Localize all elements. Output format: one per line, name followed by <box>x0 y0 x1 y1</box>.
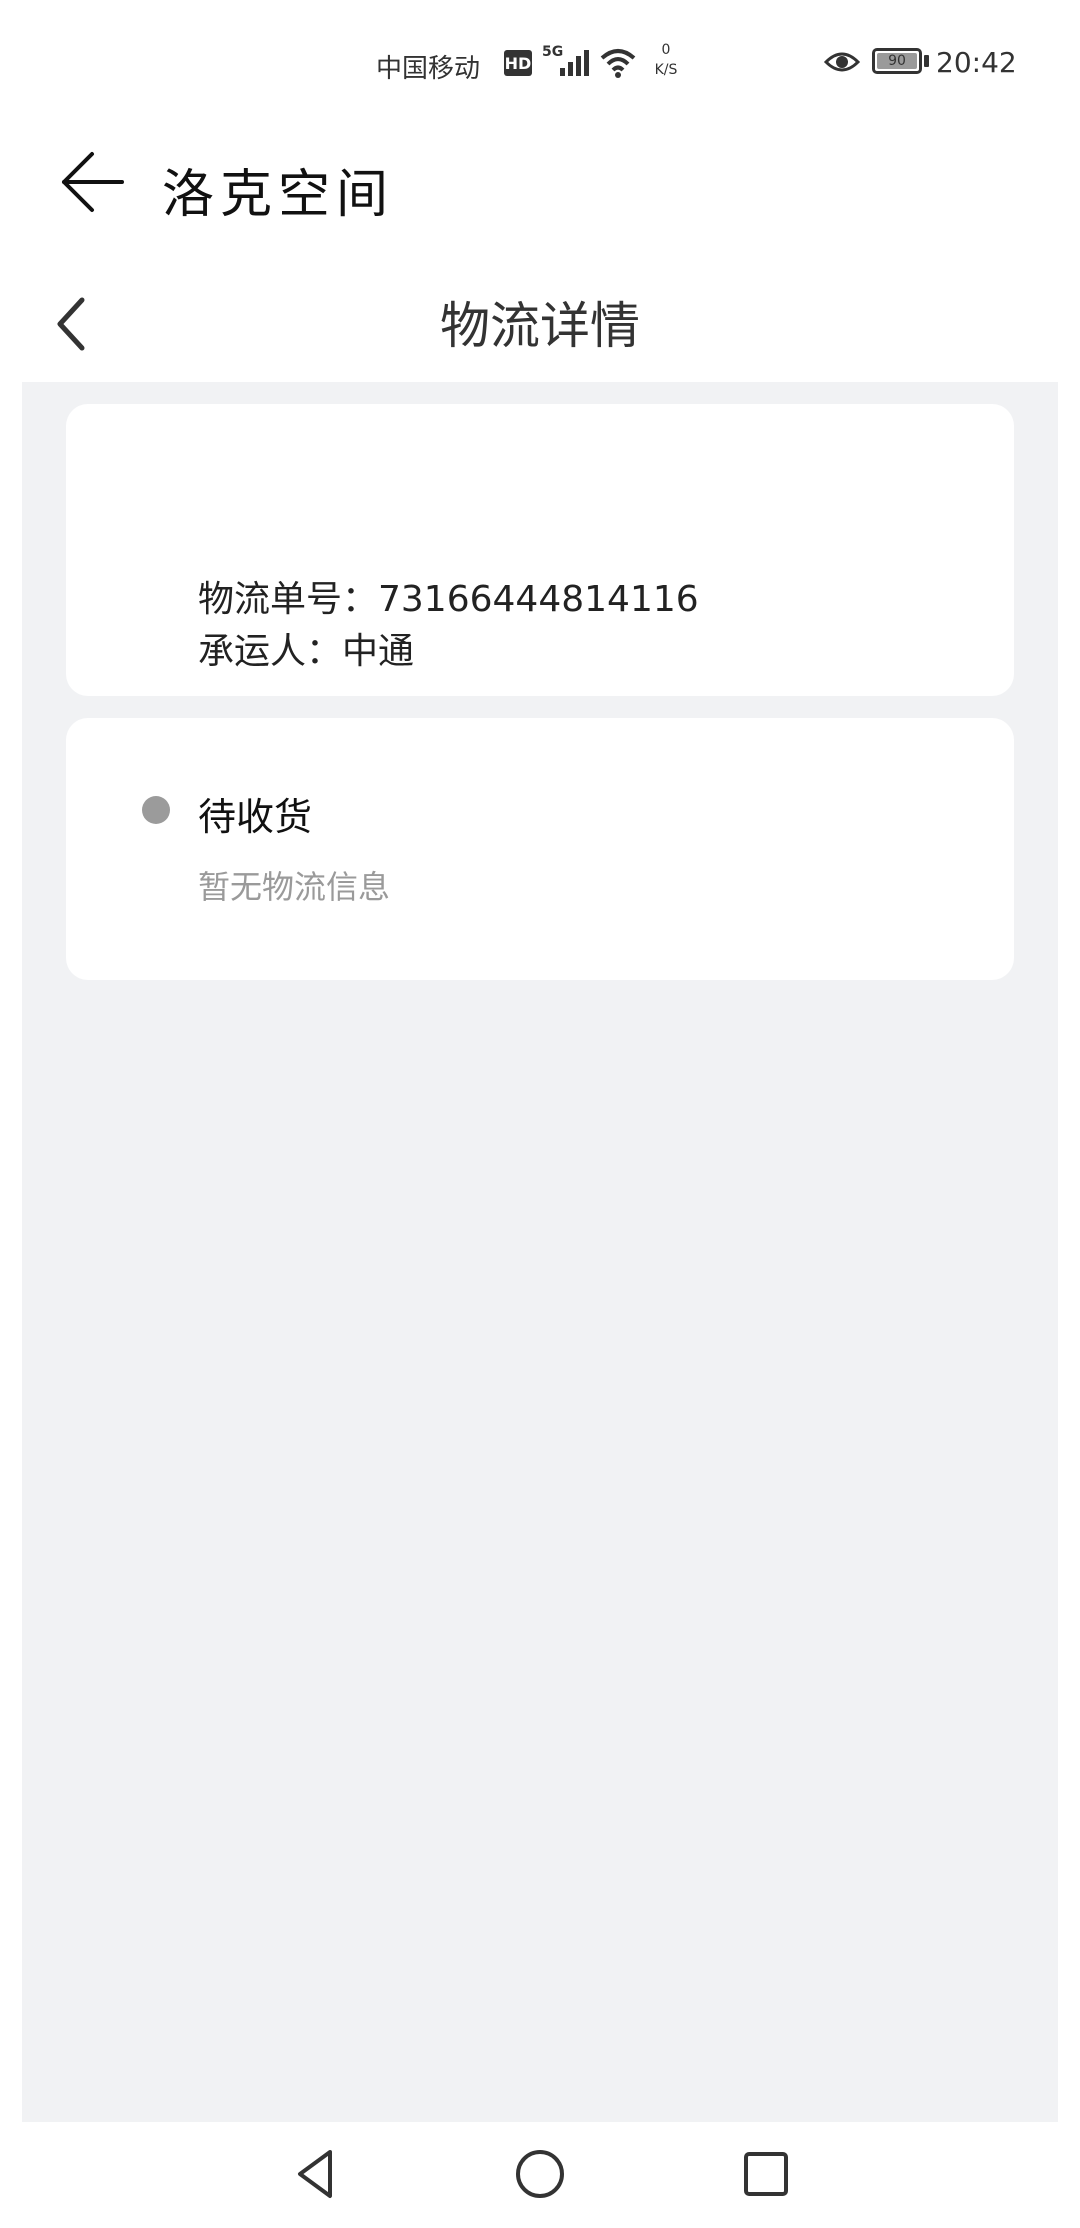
nav-recents-icon[interactable] <box>736 2144 796 2204</box>
speed-unit: K/S <box>654 62 678 78</box>
carrier-name: 中国移动 <box>376 54 481 84</box>
eye-comfort-icon <box>824 52 860 72</box>
signal-icon <box>560 50 589 76</box>
tracking-number: 物流单号：73166444814116 <box>198 579 699 620</box>
carrier-info: 承运人：中通 <box>198 631 415 672</box>
hd-icon: HD <box>504 50 532 76</box>
battery-level: 90 <box>877 53 917 69</box>
content-area: 物流单号：73166444814116 承运人：中通 待收货 暂无物流信息 <box>22 382 1058 2122</box>
app-header: 洛克空间 <box>0 128 1080 248</box>
clock: 20:42 <box>936 46 1017 79</box>
speed-value: 0 <box>661 42 671 58</box>
network-speed: 0 K/S <box>646 40 686 80</box>
battery-tip <box>924 55 929 67</box>
app-title: 洛克空间 <box>162 165 395 225</box>
page-header: 物流详情 <box>0 260 1080 380</box>
nav-back-icon[interactable] <box>286 2144 346 2204</box>
status-dot-icon <box>142 796 170 824</box>
back-arrow-icon[interactable] <box>60 148 130 218</box>
status-message: 暂无物流信息 <box>198 868 391 906</box>
logistics-status-card: 待收货 暂无物流信息 <box>66 718 1014 980</box>
page-title: 物流详情 <box>440 297 640 355</box>
system-nav-bar <box>0 2122 1080 2228</box>
status-title: 待收货 <box>198 795 313 839</box>
nav-home-icon[interactable] <box>510 2144 570 2204</box>
shipment-info-card: 物流单号：73166444814116 承运人：中通 <box>66 404 1014 696</box>
status-bar: 中国移动 HD 5G 0 K/S 90 20:42 <box>0 0 1080 128</box>
battery-icon: 90 <box>872 48 922 74</box>
wifi-icon <box>600 49 636 78</box>
